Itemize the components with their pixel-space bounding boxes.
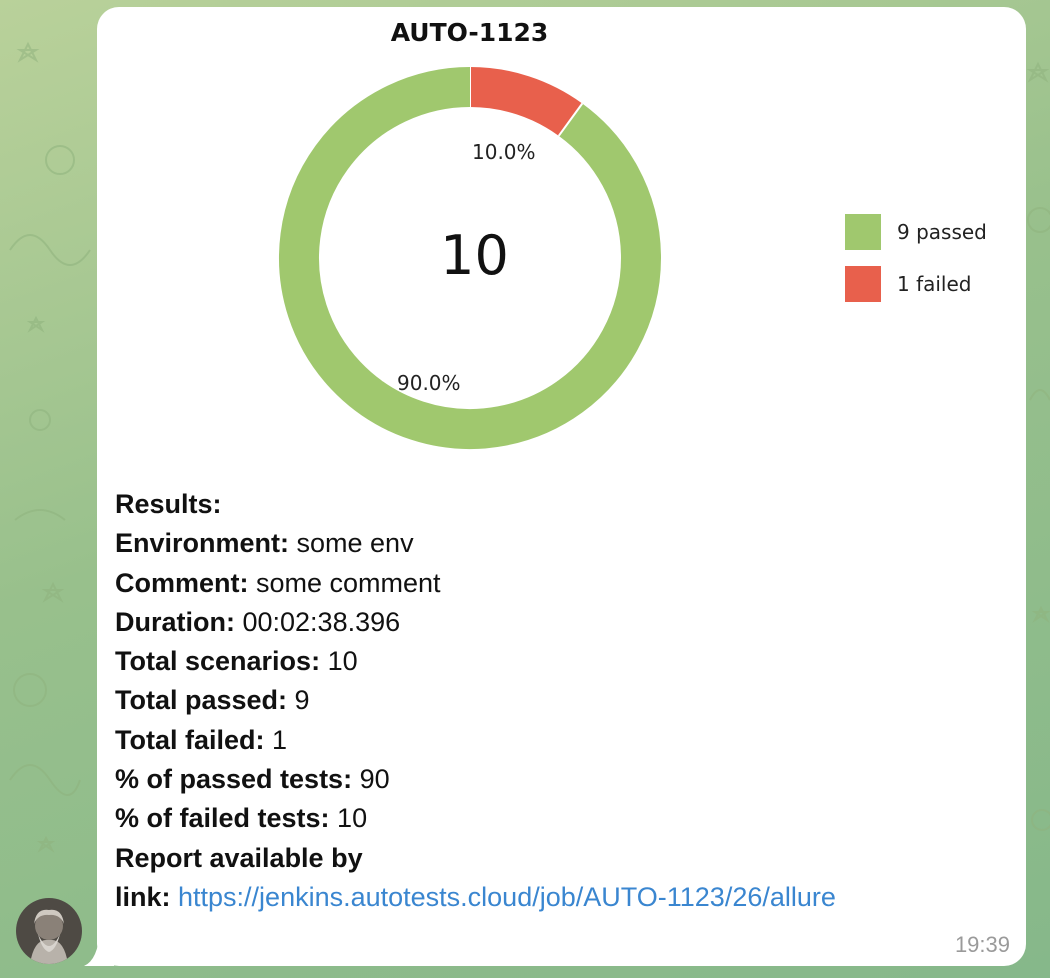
total-passed-line: Total passed: 9: [115, 685, 310, 716]
legend-label-failed: 1 failed: [897, 272, 972, 296]
environment-line: Environment: some env: [115, 528, 414, 559]
user-avatar-icon: [16, 898, 82, 964]
passed-percent-label: 90.0%: [397, 371, 461, 395]
comment-line: Comment: some comment: [115, 567, 441, 598]
chart-image[interactable]: AUTO-1123 10 10.0% 90.0% 9 passed 1 fail…: [97, 7, 1026, 477]
chart-legend: 9 passed 1 failed: [845, 213, 987, 317]
chart-center-total: 10: [440, 224, 509, 287]
failed-percent-label: 10.0%: [472, 140, 536, 164]
user-avatar[interactable]: [16, 898, 82, 964]
results-heading: Results:: [115, 489, 222, 519]
legend-item-failed: 1 failed: [845, 265, 987, 303]
report-link-line: link: https://jenkins.autotests.cloud/jo…: [115, 881, 836, 912]
report-available-line: Report available by: [115, 842, 363, 873]
message-time: 19:39: [954, 932, 1010, 957]
message-text: Results: Environment: some env Comment: …: [115, 485, 995, 917]
report-link[interactable]: https://jenkins.autotests.cloud/job/AUTO…: [178, 882, 836, 912]
duration-line: Duration: 00:02:38.396: [115, 606, 401, 637]
total-scenarios-line: Total scenarios: 10: [115, 646, 358, 677]
failed-percent-line: % of failed tests: 10: [115, 803, 368, 834]
total-failed-line: Total failed: 1: [115, 724, 288, 755]
passed-percent-line: % of passed tests: 90: [115, 764, 390, 795]
legend-label-passed: 9 passed: [897, 220, 987, 244]
legend-swatch-failed: [845, 266, 881, 302]
message-bubble: AUTO-1123 10 10.0% 90.0% 9 passed 1 fail…: [97, 7, 1026, 966]
legend-swatch-passed: [845, 214, 881, 250]
legend-item-passed: 9 passed: [845, 213, 987, 251]
failed-slice: [469, 67, 583, 137]
